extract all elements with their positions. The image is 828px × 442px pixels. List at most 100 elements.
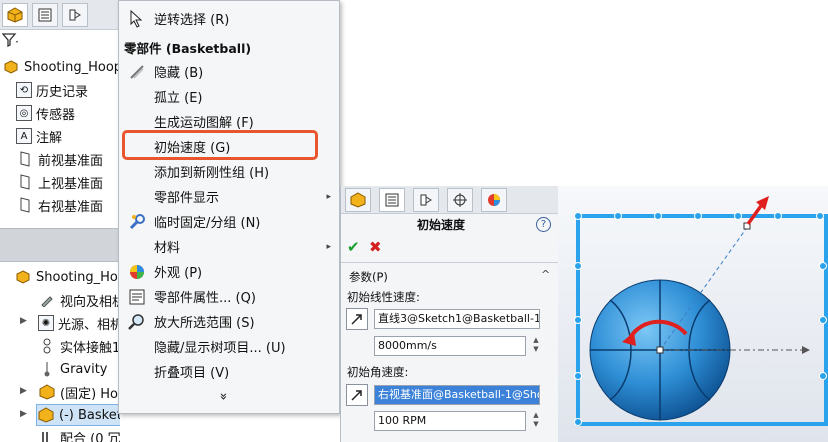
config-icon[interactable] — [413, 188, 439, 212]
tree-item-mates[interactable]: 配合 (0 冗余) — [38, 426, 120, 442]
menu-item-component-properties[interactable]: 零部件属性... (Q) — [119, 284, 339, 309]
linear-direction-field[interactable]: 直线3@Sketch1@Basketball-1@Sho — [374, 309, 540, 329]
list-icon[interactable] — [32, 3, 58, 27]
menu-item-material[interactable]: 材料 ▸ — [119, 234, 339, 259]
menu-item-label: 逆转选择 (R) — [154, 13, 230, 28]
menu-item-invert-selection[interactable]: 逆转选择 (R) — [119, 6, 339, 31]
expand-arrow-icon[interactable]: ▶ — [20, 316, 27, 326]
tree-item-assembly[interactable]: Shooting_Hoops — [2, 56, 120, 78]
plane-icon — [16, 196, 34, 214]
menu-section-header: 零部件 (Basketball) — [124, 41, 252, 56]
tree-item-lights[interactable]: ✺ 光源、相机 — [38, 312, 120, 334]
tree-item-gravity[interactable]: Gravity — [38, 358, 107, 380]
light-icon: ✺ — [38, 315, 54, 331]
menu-item-isolate[interactable]: 孤立 (E) — [119, 84, 339, 109]
annotation-icon: A — [16, 128, 32, 144]
help-icon[interactable]: ? — [536, 217, 551, 232]
part-icon — [37, 406, 55, 424]
tree-item-basketball[interactable]: (-) Basketball<1> — [36, 404, 120, 426]
basketball-model[interactable] — [558, 186, 828, 442]
part-icon[interactable] — [2, 3, 28, 27]
tree-item-label: (-) Basketball<1> — [59, 407, 120, 423]
menu-item-zoom-to-selection[interactable]: 放大所选范围 (S) — [119, 309, 339, 334]
feature-manager-tree: Shooting_Hoops ⟲ 历史记录 ◎ 传感器 A 注解 前视基准面 上… — [0, 0, 120, 442]
linear-velocity-label: 初始线性速度: — [347, 290, 420, 304]
tree-item-contact[interactable]: 实体接触1 — [38, 335, 120, 357]
submenu-arrow-icon: ▸ — [326, 191, 331, 202]
tree-item-history[interactable]: ⟲ 历史记录 — [16, 79, 88, 101]
menu-item-hide-show-tree-items[interactable]: 隐藏/显示树项目... (U) — [119, 334, 339, 359]
angular-reference-field[interactable]: 右视基准面@Basketball-1@Shootir — [374, 385, 540, 405]
collapse-icon[interactable]: ^ — [541, 268, 550, 281]
display-icon[interactable] — [481, 188, 507, 212]
expand-arrow-icon[interactable]: ▶ — [20, 409, 27, 419]
filter-icon[interactable] — [1, 32, 18, 51]
tree-item-motion-study[interactable]: Shooting_Hoo — [14, 266, 120, 288]
crosshair-icon[interactable] — [447, 188, 473, 212]
tree-item-fixed-hoop[interactable]: (固定) Ho — [38, 381, 118, 403]
menu-item-label: 放大所选范围 (S) — [154, 316, 255, 331]
camera-icon — [38, 291, 56, 309]
tree-tab-bar — [0, 0, 120, 30]
properties-icon — [127, 287, 147, 307]
appearance-icon — [127, 262, 147, 282]
menu-item-add-rigid-group[interactable]: 添加到新刚性组 (H) — [119, 159, 339, 184]
config-icon[interactable] — [62, 3, 88, 27]
tree-item-sensors[interactable]: ◎ 传感器 — [16, 102, 75, 124]
tree-item-label: Shooting_Hoops — [24, 59, 120, 75]
tree-item-label: 视向及相机 — [60, 294, 120, 310]
wrench-icon — [127, 212, 147, 232]
gravity-icon — [38, 360, 56, 378]
list-icon[interactable] — [379, 188, 405, 212]
menu-item-label: 外观 (P) — [154, 266, 203, 281]
menu-item-label: 生成运动图解 (F) — [154, 116, 254, 131]
menu-item-appearance[interactable]: 外观 (P) — [119, 259, 339, 284]
tree-item-right-plane[interactable]: 右视基准面 — [16, 194, 103, 216]
menu-item-temp-fix[interactable]: 临时固定/分组 (N) — [119, 209, 339, 234]
tree-item-front-plane[interactable]: 前视基准面 — [16, 148, 103, 170]
menu-item-label: 孤立 (E) — [154, 91, 203, 106]
more-items-chevron-icon[interactable]: » — [215, 393, 230, 401]
ok-button[interactable]: ✔ — [347, 238, 360, 256]
tree-item-camera[interactable]: 视向及相机 — [38, 289, 120, 311]
menu-item-label: 折叠项目 (V) — [154, 366, 230, 381]
part-icon[interactable] — [345, 188, 371, 212]
splitter-bar[interactable] — [0, 228, 120, 262]
tree-item-top-plane[interactable]: 上视基准面 — [16, 171, 103, 193]
menu-item-label: 材料 — [154, 241, 181, 256]
context-menu: 逆转选择 (R) 零部件 (Basketball) 隐藏 (B) 孤立 (E) … — [118, 0, 340, 414]
menu-item-label: 零部件显示 — [154, 191, 220, 206]
group-header-parameters[interactable]: 参数(P) — [349, 269, 388, 285]
tree-item-annotations[interactable]: A 注解 — [16, 125, 62, 147]
menu-item-component-display[interactable]: 零部件显示 ▸ — [119, 184, 339, 209]
tree-item-label: Shooting_Hoo — [36, 269, 120, 285]
graphics-viewport[interactable] — [558, 186, 828, 442]
direction-arrow-button[interactable] — [346, 384, 368, 406]
tree-item-label: Gravity — [60, 361, 108, 377]
menu-item-label: 隐藏/显示树项目... (U) — [154, 341, 286, 356]
pm-tab-bar — [341, 186, 559, 214]
expand-arrow-icon[interactable]: ▶ — [20, 386, 27, 396]
zoom-icon — [127, 312, 147, 332]
history-icon: ⟲ — [16, 82, 32, 98]
cursor-icon — [127, 9, 147, 29]
plane-icon — [16, 150, 34, 168]
menu-item-hide[interactable]: 隐藏 (B) — [119, 59, 339, 84]
assembly-icon — [14, 268, 32, 286]
menu-item-label: 零部件属性... (Q) — [154, 291, 256, 306]
assembly-icon — [2, 58, 20, 76]
menu-item-collapse-items[interactable]: 折叠项目 (V) — [119, 359, 339, 384]
contact-icon — [38, 337, 56, 355]
menu-item-label: 临时固定/分组 (N) — [154, 216, 261, 231]
direction-arrow-button[interactable] — [346, 308, 368, 330]
angular-speed-input[interactable]: 100 RPM — [374, 411, 526, 431]
plane-icon — [16, 173, 34, 191]
spinner-icon[interactable]: ▲ ▼ — [531, 336, 541, 356]
tree-item-label: 历史记录 — [36, 84, 89, 100]
tree-item-label: 配合 (0 冗余) — [60, 431, 120, 442]
cancel-button[interactable]: ✖ — [369, 238, 382, 256]
angular-velocity-label: 初始角速度: — [347, 365, 409, 379]
linear-speed-input[interactable]: 8000mm/s — [374, 336, 526, 356]
sensor-icon: ◎ — [16, 105, 32, 121]
spinner-icon[interactable]: ▲ ▼ — [531, 411, 541, 431]
